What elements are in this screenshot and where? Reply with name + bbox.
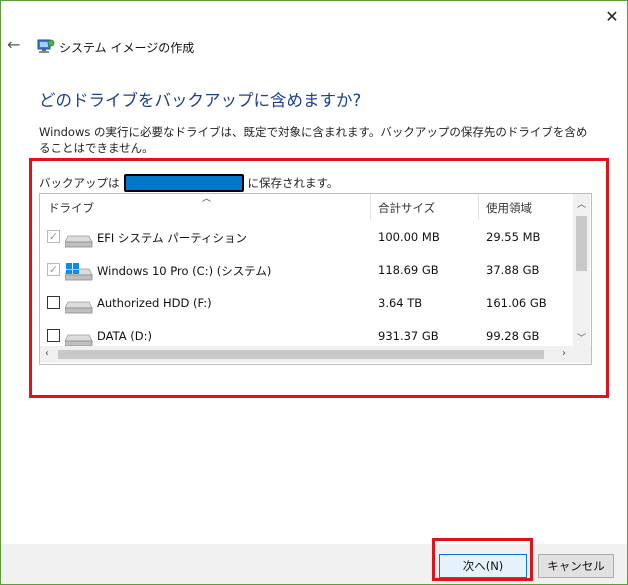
dialog-window: ✕ ← システム イメージの作成 どのドライブをバックアップに含めますか? Wi…: [0, 0, 628, 585]
description-text: Windows の実行に必要なドライブは、既定で対象に含まれます。バックアップの…: [39, 125, 588, 155]
cancel-button[interactable]: キャンセル: [538, 554, 614, 578]
back-arrow-icon[interactable]: ←: [7, 36, 25, 54]
highlight-frame-next: [432, 538, 533, 581]
page-heading: どのドライブをバックアップに含めますか?: [39, 91, 362, 110]
close-icon[interactable]: ✕: [599, 3, 625, 29]
system-image-icon: [37, 39, 55, 53]
app-title: システム イメージの作成: [59, 41, 195, 55]
footer-bar: 次へ(N) キャンセル: [1, 544, 627, 584]
highlight-frame-drives: [29, 158, 609, 398]
